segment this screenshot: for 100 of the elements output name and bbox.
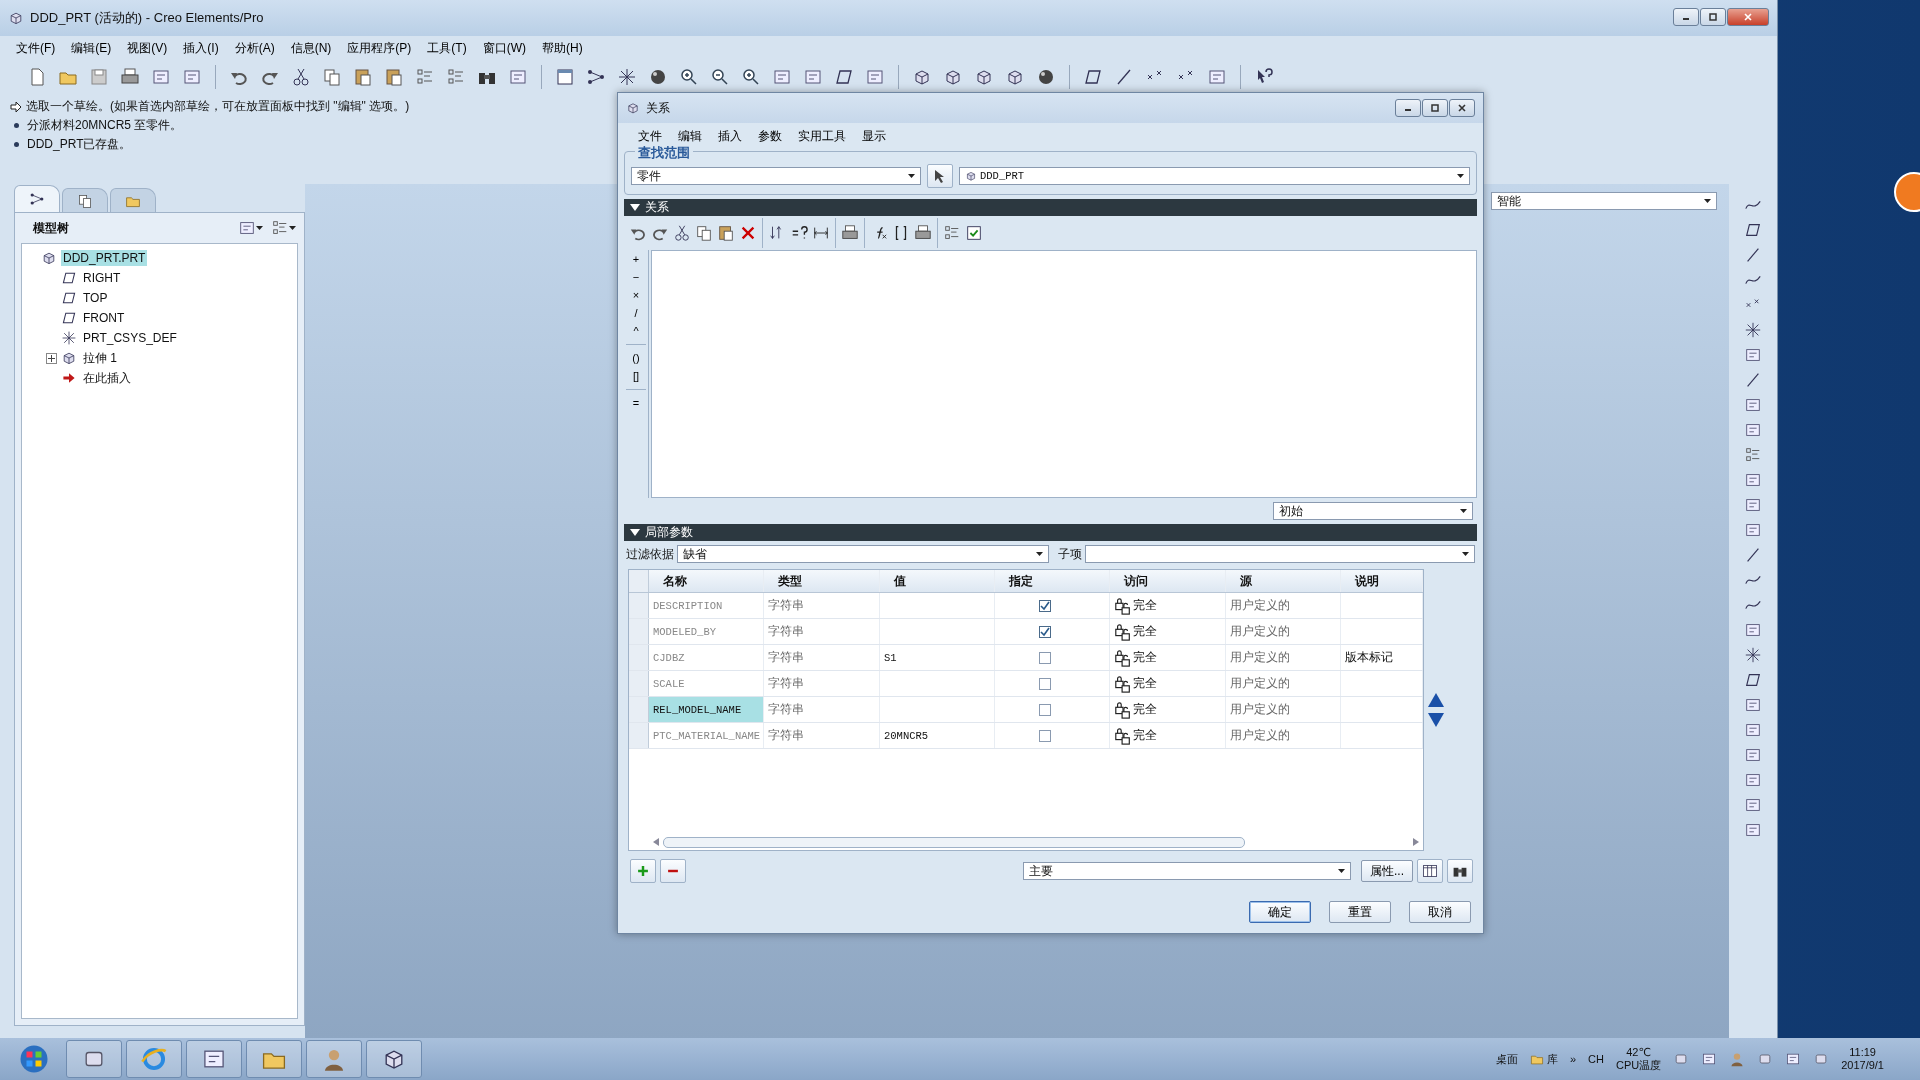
operator-button[interactable]: ×	[625, 286, 647, 304]
columns-button[interactable]	[1417, 859, 1443, 883]
menu-item[interactable]: 视图(V)	[119, 37, 176, 59]
dialog-button[interactable]: 确定	[1249, 901, 1311, 923]
tree-item[interactable]: DDD_PRT.PRT	[61, 250, 148, 266]
menu-item[interactable]: 帮助(H)	[534, 37, 591, 59]
tool-icon[interactable]	[1744, 471, 1762, 489]
plane-icon[interactable]	[1744, 671, 1762, 689]
select-pointer-button[interactable]	[927, 164, 953, 188]
tool-icon[interactable]	[1744, 346, 1762, 364]
printer-icon[interactable]	[914, 224, 932, 242]
column-header[interactable]: 类型	[764, 570, 880, 592]
section-header[interactable]: 局部参数	[624, 524, 1477, 541]
menu-item[interactable]: 窗口(W)	[474, 37, 534, 59]
tree-item[interactable]: FRONT	[81, 310, 127, 326]
checkbox[interactable]	[1039, 651, 1051, 664]
tool-icon[interactable]	[1744, 496, 1762, 514]
tool-icon[interactable]	[1744, 821, 1762, 839]
menu-item[interactable]: 文件(F)	[8, 37, 64, 59]
dialog-button[interactable]: 取消	[1409, 901, 1471, 923]
tool-icon[interactable]	[1785, 1051, 1802, 1067]
filter-dropdown[interactable]: 智能	[1491, 192, 1717, 210]
menu-item[interactable]: 参数	[750, 125, 790, 147]
menu-item[interactable]: 插入(I)	[175, 37, 227, 59]
tool-icon[interactable]	[1744, 771, 1762, 789]
menu-item[interactable]: 实用工具	[790, 125, 854, 147]
tool-icon[interactable]	[1744, 796, 1762, 814]
axes-icon[interactable]	[1744, 321, 1762, 339]
panel-tab[interactable]	[62, 188, 108, 212]
maximize-button[interactable]	[1700, 8, 1726, 26]
toolbar-label[interactable]: 库	[1546, 1051, 1558, 1067]
tree-item[interactable]: TOP	[81, 290, 110, 306]
menu-item[interactable]: 文件	[630, 125, 670, 147]
scroll-thumb[interactable]	[663, 836, 1245, 848]
list-icon[interactable]	[943, 224, 961, 242]
table-cell[interactable]: DESCRIPTION	[649, 593, 764, 618]
tool-icon[interactable]	[1744, 696, 1762, 714]
operator-button[interactable]: =	[625, 394, 647, 412]
scissors-icon[interactable]	[673, 224, 691, 242]
column-header[interactable]: 值	[880, 570, 995, 592]
operator-button[interactable]: []	[625, 367, 647, 385]
checklist-icon[interactable]	[965, 224, 983, 242]
dialog-button[interactable]: 重置	[1329, 901, 1391, 923]
menu-item[interactable]: 显示	[854, 125, 894, 147]
tool-icon[interactable]	[1744, 521, 1762, 539]
column-header[interactable]: 访问	[1110, 570, 1226, 592]
axes-icon[interactable]	[1744, 646, 1762, 664]
menu-item[interactable]: 插入	[710, 125, 750, 147]
checkbox[interactable]	[1039, 599, 1051, 612]
delete-icon[interactable]	[739, 224, 757, 242]
taskbar-button[interactable]	[366, 1040, 422, 1078]
overflow-chevron[interactable]: »	[1569, 1053, 1577, 1065]
filter-dropdown[interactable]: 缺省	[677, 545, 1049, 563]
tree-item[interactable]: 拉伸 1	[81, 348, 119, 368]
expand-toggle[interactable]	[46, 352, 57, 364]
column-header[interactable]: 名称	[649, 570, 764, 592]
close-button[interactable]	[1449, 99, 1475, 117]
tree-item[interactable]: PRT_CSYS_DEF	[81, 330, 179, 346]
operator-button[interactable]: ^	[625, 322, 647, 340]
scope-dropdown[interactable]: 主要	[1023, 862, 1351, 880]
taskbar-button[interactable]	[306, 1040, 362, 1078]
section-header[interactable]: 关系	[624, 199, 1477, 216]
toolbar-label[interactable]: 桌面	[1495, 1051, 1518, 1067]
menu-item[interactable]: 信息(N)	[282, 37, 340, 59]
panel-tab[interactable]	[14, 185, 60, 212]
list-icon[interactable]	[1744, 446, 1762, 464]
menu-item[interactable]: 编辑	[670, 125, 710, 147]
column-header[interactable]: 源	[1226, 570, 1341, 592]
scroll-right-icon[interactable]	[1413, 838, 1419, 846]
tool-icon[interactable]	[1744, 621, 1762, 639]
maximize-button[interactable]	[1422, 99, 1448, 117]
table-cell[interactable]: MODELED_BY	[649, 619, 764, 644]
tool-icon[interactable]	[1744, 721, 1762, 739]
properties-button[interactable]: 属性...	[1361, 860, 1413, 882]
move-up-icon[interactable]	[1428, 693, 1444, 707]
add-button[interactable]	[630, 859, 656, 883]
checkbox[interactable]	[1039, 729, 1051, 742]
checkbox[interactable]	[1039, 677, 1051, 690]
tool-icon[interactable]	[238, 219, 256, 237]
tree-item[interactable]: 在此插入	[81, 368, 133, 388]
copy-icon[interactable]	[695, 224, 713, 242]
panel-tab[interactable]	[110, 188, 156, 212]
tool-icon[interactable]	[1744, 746, 1762, 764]
menu-item[interactable]: 编辑(E)	[63, 37, 120, 59]
taskbar-button[interactable]	[186, 1040, 242, 1078]
menu-item[interactable]: 分析(A)	[226, 37, 283, 59]
operator-button[interactable]: −	[625, 268, 647, 286]
tool-icon[interactable]	[1744, 421, 1762, 439]
table-cell[interactable]: PTC_MATERIAL_NAME	[649, 723, 764, 748]
checkbox[interactable]	[1039, 703, 1051, 716]
column-header[interactable]: 说明	[1341, 570, 1423, 592]
type-dropdown[interactable]: 零件	[631, 167, 921, 185]
menu-item[interactable]: 工具(T)	[419, 37, 475, 59]
scroll-left-icon[interactable]	[653, 838, 659, 846]
plane-icon[interactable]	[1744, 221, 1762, 239]
operator-button[interactable]: +	[625, 250, 647, 268]
mode-dropdown[interactable]: 初始	[1273, 502, 1473, 520]
search-button[interactable]	[1447, 859, 1473, 883]
printer-icon[interactable]	[841, 224, 859, 242]
sub-dropdown[interactable]	[1085, 545, 1475, 563]
